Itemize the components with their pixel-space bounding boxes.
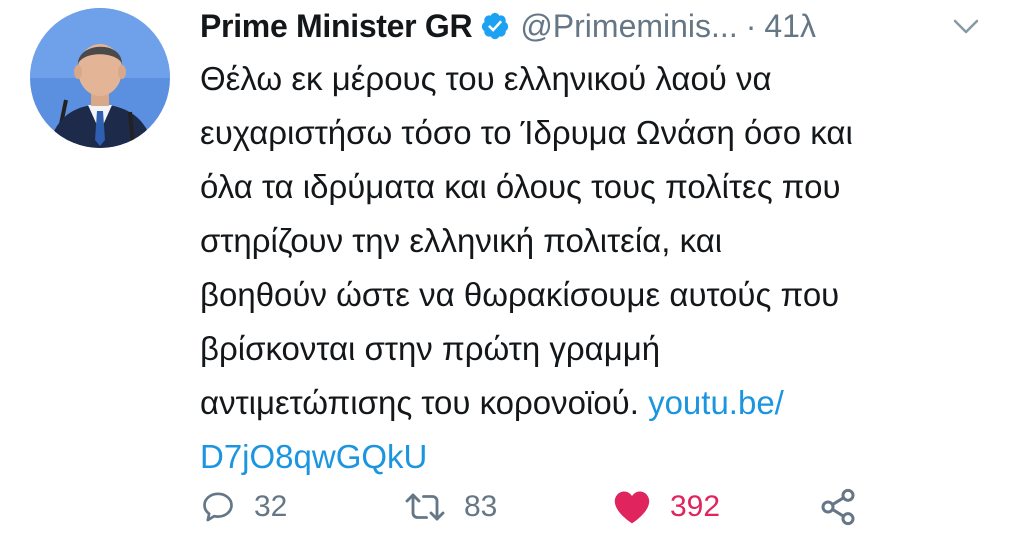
speech-bubble-icon — [203, 492, 233, 522]
avatar[interactable] — [30, 8, 170, 148]
reply-button[interactable]: 32 — [200, 482, 287, 532]
tweet-text-line: στηρίζουν την ελληνική πολιτεία, και — [200, 222, 723, 259]
like-button[interactable]: 392 — [612, 482, 720, 532]
tweet[interactable]: Prime Minister GR @Primeminis... · 41λ Θ… — [0, 0, 1020, 554]
chevron-down-icon[interactable] — [952, 16, 980, 36]
tweet-text-line: Θέλω εκ μέρους του ελληνικού λαού να — [200, 60, 772, 97]
reply-count: 32 — [254, 490, 288, 523]
filled-heart-icon — [614, 491, 650, 524]
retweet-arrows-icon — [405, 493, 445, 521]
tweet-header: Prime Minister GR @Primeminis... · 41λ — [200, 6, 1000, 46]
share-button[interactable] — [818, 482, 858, 532]
header-separator: · — [745, 7, 757, 44]
tweet-text: Θέλω εκ μέρους του ελληνικού λαού να ευχ… — [200, 52, 1000, 484]
tweet-timestamp[interactable]: 41λ — [764, 8, 816, 45]
tweet-text-line: όλα τα ιδρύματα και όλους τους πολίτες π… — [200, 168, 841, 205]
retweet-count: 83 — [464, 490, 498, 523]
tweet-text-line: ευχαριστήσω τόσο το Ίδρυμα Ωνάση όσο και — [200, 114, 853, 151]
tweet-link-continued[interactable]: D7jO8qwGQkU — [200, 430, 1000, 484]
share-nodes-icon — [821, 488, 855, 526]
like-count: 392 — [670, 490, 721, 523]
tweet-link[interactable]: youtu.be/ — [648, 384, 784, 421]
tweet-actions: 32 83 392 — [200, 482, 1000, 532]
tweet-text-line: βοηθούν ώστε να θωρακίσουμε αυτούς που — [200, 276, 840, 313]
user-handle[interactable]: @Primeminis... — [520, 8, 737, 45]
retweet-button[interactable]: 83 — [404, 482, 497, 532]
tweet-text-line: αντιμετώπισης του κορονοϊού. — [200, 384, 639, 421]
tweet-text-last-line: αντιμετώπισης του κορονοϊού. youtu.be/ — [200, 376, 1000, 430]
verified-badge-icon — [482, 12, 509, 40]
tweet-text-line: βρίσκονται στην πρώτη γραμμή — [200, 330, 661, 367]
display-name[interactable]: Prime Minister GR — [200, 8, 473, 45]
